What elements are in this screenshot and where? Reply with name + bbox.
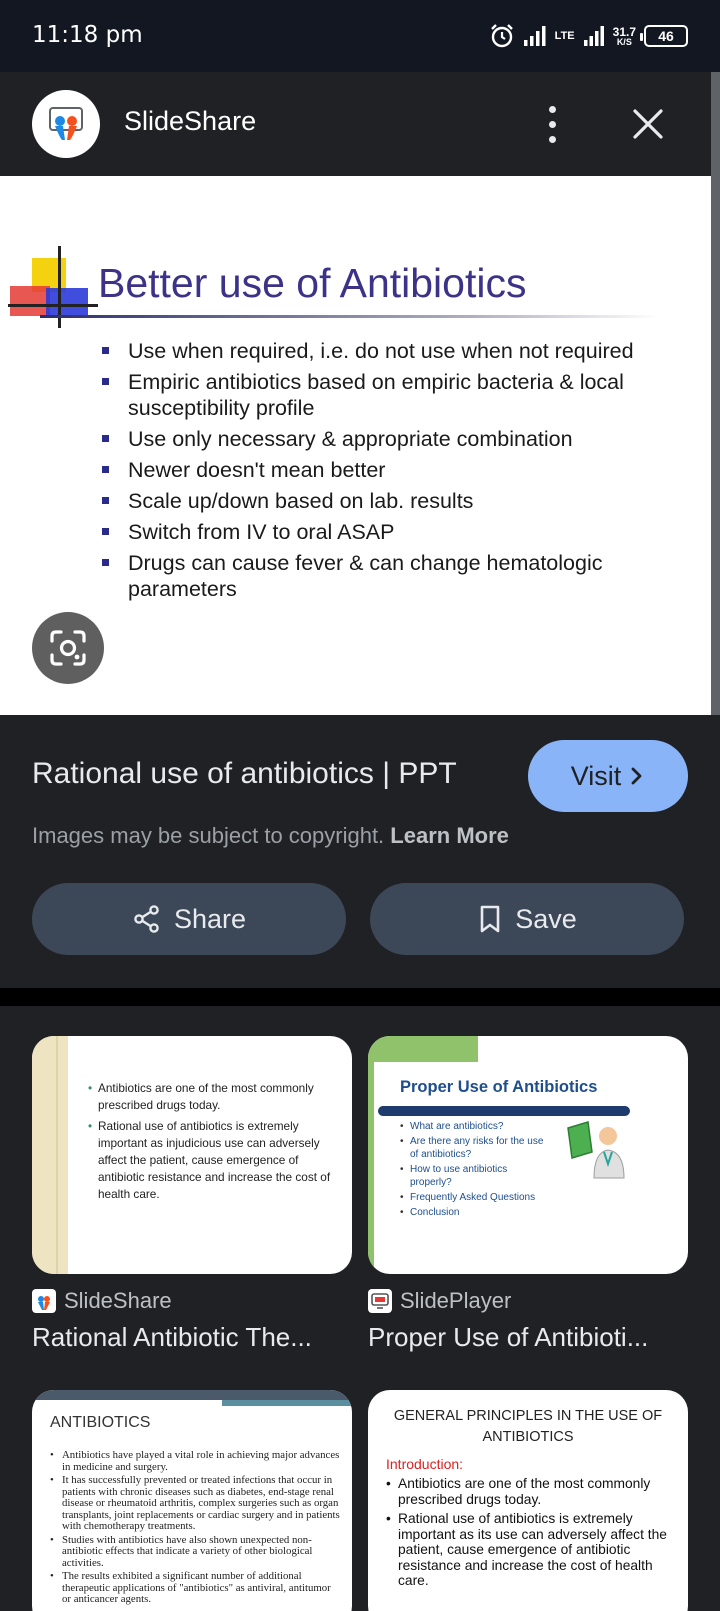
related-images-grid: Antibiotics are one of the most commonly… bbox=[0, 1006, 720, 1611]
slideshare-icon bbox=[49, 107, 83, 140]
thumb-bullet: Frequently Asked Questions bbox=[400, 1191, 550, 1204]
thumb-bullet-list: What are antibiotics? Are there any risk… bbox=[400, 1120, 550, 1221]
slide-bullet-list: Use when required, i.e. do not use when … bbox=[98, 338, 698, 607]
related-thumbnail[interactable]: Proper Use of Antibiotics What are antib… bbox=[368, 1036, 688, 1274]
card-source: SlideShare bbox=[32, 1288, 352, 1314]
chevron-right-icon bbox=[631, 767, 642, 785]
related-card[interactable]: GENERAL PRINCIPLES IN THE USE OF ANTIBIO… bbox=[368, 1390, 688, 1611]
thumb-bullet-list: Antibiotics are one of the most commonly… bbox=[386, 1476, 676, 1593]
more-options-button[interactable] bbox=[536, 98, 568, 150]
related-thumbnail[interactable]: Antibiotics are one of the most commonly… bbox=[32, 1036, 352, 1274]
thumb-top-bar bbox=[32, 1390, 352, 1400]
thumb-bullet: It has successfully prevented or treated… bbox=[50, 1474, 340, 1533]
learn-more-link[interactable]: Learn More bbox=[390, 823, 509, 848]
thumb-accent bbox=[368, 1036, 478, 1062]
slideplayer-favicon bbox=[368, 1289, 392, 1313]
viewer-header: SlideShare bbox=[0, 72, 710, 176]
thumb-band bbox=[32, 1036, 68, 1274]
slide-bullet: Newer doesn't mean better bbox=[98, 457, 698, 483]
visit-button[interactable]: Visit bbox=[528, 740, 688, 812]
result-info-panel: Rational use of antibiotics | PPT Visit … bbox=[0, 715, 720, 988]
speed-unit: K/S bbox=[616, 36, 632, 47]
thumb-bullet: Are there any risks for the use of antib… bbox=[400, 1135, 550, 1161]
save-button[interactable]: Save bbox=[370, 883, 684, 955]
card-source-name: SlideShare bbox=[64, 1288, 172, 1313]
copyright-notice: Images may be subject to copyright. Lear… bbox=[32, 823, 509, 849]
related-card[interactable]: Proper Use of Antibiotics What are antib… bbox=[368, 1036, 688, 1353]
lte-label: LTE bbox=[554, 29, 575, 42]
alarm-icon bbox=[490, 24, 513, 48]
thumb-bullet: Antibiotics are one of the most commonly… bbox=[88, 1080, 344, 1114]
thumb-bullet: What are antibiotics? bbox=[400, 1120, 550, 1133]
card-title[interactable]: Proper Use of Antibioti... bbox=[368, 1322, 688, 1353]
card-title[interactable]: Rational Antibiotic The... bbox=[32, 1322, 352, 1353]
share-icon bbox=[134, 905, 159, 933]
copyright-text: Images may be subject to copyright. bbox=[32, 823, 385, 848]
battery-icon: 46 bbox=[640, 25, 688, 47]
network-speed: 31.7 K/S bbox=[613, 26, 636, 47]
status-bar: 11:18 pm LTE 31.7 K/S 46 bbox=[0, 0, 720, 72]
share-button[interactable]: Share bbox=[32, 883, 346, 955]
thumb-doctor-illustration bbox=[567, 1121, 625, 1179]
slideshare-favicon bbox=[32, 1289, 56, 1313]
slideshare-logo[interactable] bbox=[32, 90, 100, 158]
thumb-intro: Introduction: bbox=[386, 1456, 464, 1472]
result-title[interactable]: Rational use of antibiotics | PPT bbox=[32, 757, 457, 791]
related-thumbnail[interactable]: ANTIBIOTICS Antibiotics have played a vi… bbox=[32, 1390, 352, 1611]
close-icon[interactable] bbox=[626, 102, 670, 146]
thumb-bullet-list: Antibiotics have played a vital role in … bbox=[50, 1449, 340, 1608]
thumb-bullet: Antibiotics are one of the most commonly… bbox=[386, 1476, 676, 1507]
signal-icon bbox=[523, 26, 546, 46]
share-label: Share bbox=[173, 903, 247, 934]
slide-title-rule bbox=[40, 315, 660, 318]
thumb-side-accent bbox=[368, 1062, 374, 1274]
thumb-bullet-list: Antibiotics are one of the most commonly… bbox=[88, 1080, 344, 1207]
thumb-bullet: Rational use of antibiotics is extremely… bbox=[386, 1511, 676, 1589]
thumb-stripe bbox=[222, 1400, 352, 1406]
thumb-bullet: Rational use of antibiotics is extremely… bbox=[88, 1118, 344, 1203]
thumb-title: Proper Use of Antibiotics bbox=[400, 1078, 598, 1096]
save-label: Save bbox=[515, 903, 577, 934]
related-card[interactable]: ANTIBIOTICS Antibiotics have played a vi… bbox=[32, 1390, 352, 1611]
slide-bullet: Use only necessary & appropriate combina… bbox=[98, 426, 698, 452]
source-name: SlideShare bbox=[124, 106, 257, 136]
battery-level: 46 bbox=[658, 28, 674, 44]
slide-corner-graphic bbox=[8, 246, 98, 328]
slide-bullet: Drugs can cause fever & can change hemat… bbox=[98, 550, 698, 602]
lte-signal-icon bbox=[583, 26, 604, 46]
thumb-title: GENERAL PRINCIPLES IN THE USE OF ANTIBIO… bbox=[393, 1408, 663, 1445]
slide-bullet: Switch from IV to oral ASAP bbox=[98, 519, 698, 545]
slide-bullet: Use when required, i.e. do not use when … bbox=[98, 338, 698, 364]
related-card[interactable]: Antibiotics are one of the most commonly… bbox=[32, 1036, 352, 1353]
preview-image[interactable]: Better use of Antibiotics Use when requi… bbox=[0, 176, 711, 715]
status-icons: LTE 31.7 K/S 46 bbox=[489, 20, 688, 52]
slide-bullet: Empiric antibiotics based on empiric bac… bbox=[98, 369, 698, 421]
slide-title: Better use of Antibiotics bbox=[98, 260, 527, 306]
section-divider bbox=[0, 988, 720, 1006]
card-source: SlidePlayer bbox=[368, 1288, 688, 1314]
card-source-name: SlidePlayer bbox=[400, 1288, 512, 1313]
status-time: 11:18 pm bbox=[32, 22, 143, 48]
visit-label: Visit bbox=[570, 760, 622, 791]
related-thumbnail[interactable]: GENERAL PRINCIPLES IN THE USE OF ANTIBIO… bbox=[368, 1390, 688, 1611]
thumb-bullet: The results exhibited a significant numb… bbox=[50, 1570, 340, 1606]
more-vert-icon bbox=[548, 105, 556, 113]
thumb-title-bar bbox=[378, 1106, 630, 1116]
thumb-bullet: Antibiotics have played a vital role in … bbox=[50, 1449, 340, 1473]
thumb-bullet: Studies with antibiotics have also shown… bbox=[50, 1534, 340, 1570]
thumb-band-line bbox=[56, 1036, 58, 1274]
thumb-bullet: Conclusion bbox=[400, 1206, 550, 1219]
bookmark-icon bbox=[480, 905, 500, 933]
lens-icon bbox=[50, 630, 86, 666]
lens-button[interactable] bbox=[32, 612, 104, 684]
slide-bullet: Scale up/down based on lab. results bbox=[98, 488, 698, 514]
speed-value: 31.7 bbox=[612, 24, 636, 39]
thumb-title: ANTIBIOTICS bbox=[50, 1414, 151, 1431]
thumb-bullet: How to use antibiotics properly? bbox=[400, 1163, 550, 1189]
scrollbar[interactable] bbox=[711, 72, 720, 787]
